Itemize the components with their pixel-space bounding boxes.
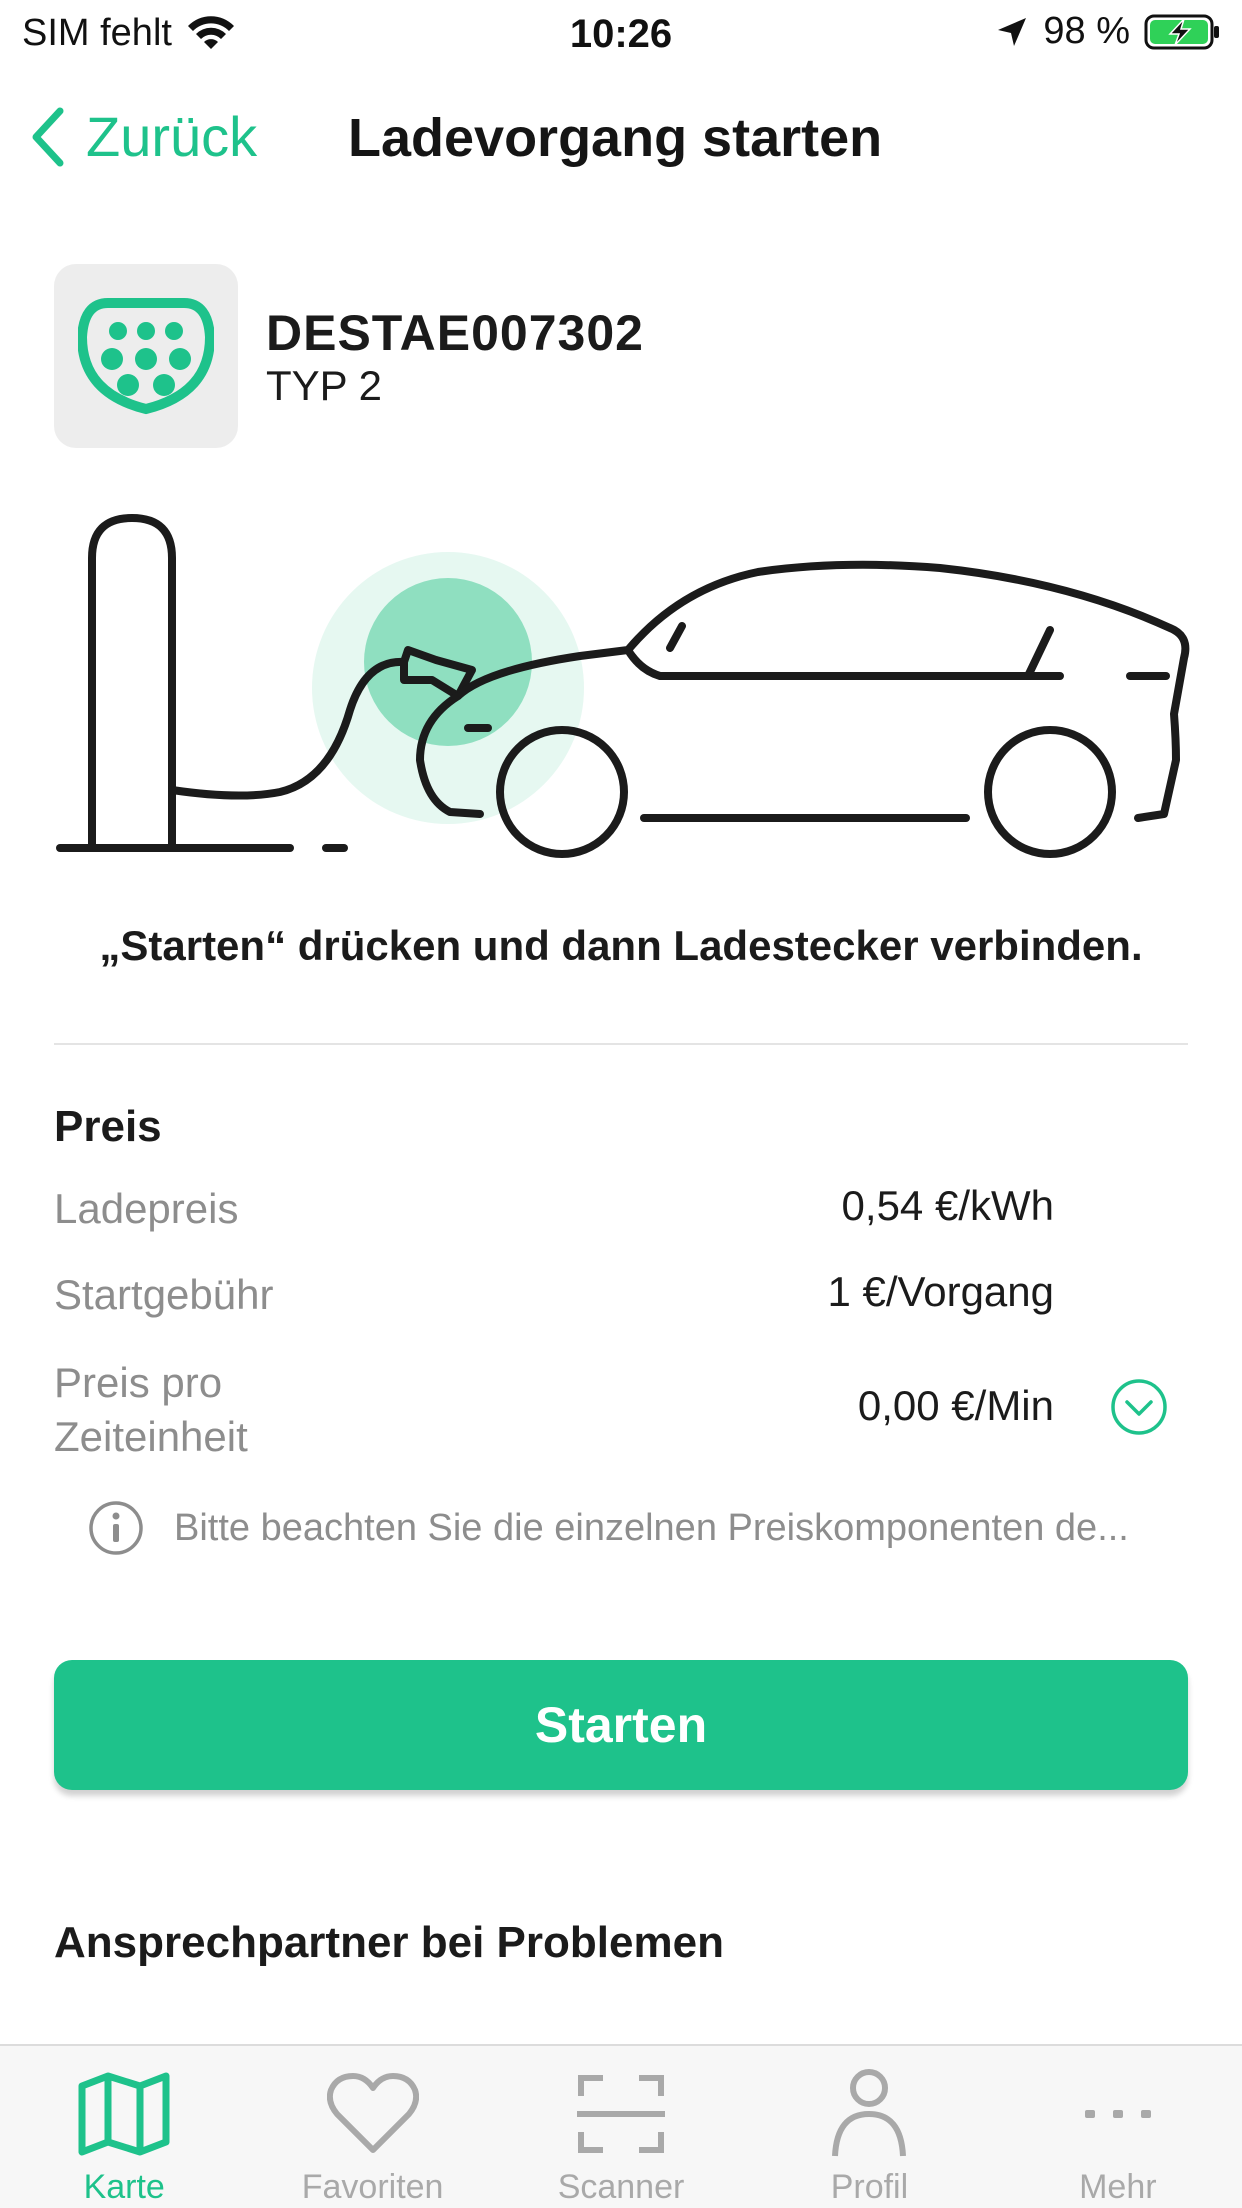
contact-heading: Ansprechpartner bei Problemen bbox=[54, 1918, 724, 1967]
location-arrow-icon bbox=[998, 17, 1027, 46]
tab-label-scanner: Scanner bbox=[557, 2168, 685, 2206]
price-info-row[interactable]: Bitte beachten Sie die einzelnen Preisko… bbox=[88, 1500, 1129, 1556]
tab-profil[interactable]: Profil bbox=[745, 2046, 993, 2208]
price-info-text: Bitte beachten Sie die einzelnen Preisko… bbox=[174, 1506, 1129, 1549]
tab-mehr[interactable]: Mehr bbox=[994, 2046, 1242, 2208]
price-label-time-line2: Zeiteinheit bbox=[54, 1413, 248, 1460]
info-icon bbox=[89, 1501, 143, 1555]
connector-tile bbox=[54, 264, 238, 448]
tab-label-karte: Karte bbox=[83, 2168, 165, 2206]
price-label-charging: Ladepreis bbox=[54, 1185, 239, 1232]
divider bbox=[54, 1043, 1188, 1045]
price-value-time: 0,00 €/Min bbox=[857, 1382, 1054, 1429]
tab-favoriten[interactable]: Favoriten bbox=[248, 2046, 496, 2208]
price-label-time: Preis pro Zeiteinheit bbox=[54, 1356, 248, 1464]
tab-label-mehr: Mehr bbox=[1079, 2168, 1157, 2206]
profile-icon bbox=[832, 2069, 907, 2157]
more-icon bbox=[1084, 2110, 1151, 2118]
back-button[interactable]: Zurück bbox=[28, 104, 257, 169]
map-icon bbox=[78, 2072, 170, 2156]
tab-bar: Karte Favoriten Scanner Profil Mehr bbox=[0, 2044, 1242, 2208]
heart-icon bbox=[326, 2073, 419, 2153]
instruction-text: „Starten“ drücken und dann Ladestecker v… bbox=[99, 922, 1143, 969]
scanner-icon bbox=[577, 2075, 666, 2153]
chevron-left-icon bbox=[32, 107, 64, 166]
charging-illustration bbox=[56, 514, 1190, 858]
tab-karte[interactable]: Karte bbox=[0, 2046, 248, 2208]
battery-percent: 98 % bbox=[1043, 10, 1130, 52]
price-value-start-fee: 1 €/Vorgang bbox=[827, 1268, 1054, 1315]
status-right: 98 % bbox=[995, 10, 1222, 53]
type2-connector-icon bbox=[78, 298, 214, 415]
page-title: Ladevorgang starten bbox=[348, 108, 883, 168]
connector-type: TYP 2 bbox=[266, 362, 382, 409]
battery-charging-icon bbox=[1144, 14, 1219, 49]
back-label: Zurück bbox=[86, 105, 258, 168]
expand-chevron-icon[interactable] bbox=[1110, 1378, 1168, 1436]
price-label-start-fee: Startgebühr bbox=[54, 1271, 274, 1318]
tab-label-favoriten: Favoriten bbox=[301, 2168, 444, 2206]
price-heading: Preis bbox=[54, 1102, 162, 1151]
price-label-time-line1: Preis pro bbox=[54, 1359, 223, 1406]
start-button[interactable]: Starten bbox=[54, 1660, 1188, 1790]
tab-label-profil: Profil bbox=[830, 2168, 909, 2206]
station-id: DESTAE007302 bbox=[266, 305, 644, 361]
status-bar: SIM fehlt 10:26 98 % bbox=[0, 0, 1242, 66]
tab-scanner[interactable]: Scanner bbox=[497, 2046, 745, 2208]
price-value-charging: 0,54 €/kWh bbox=[841, 1182, 1054, 1229]
